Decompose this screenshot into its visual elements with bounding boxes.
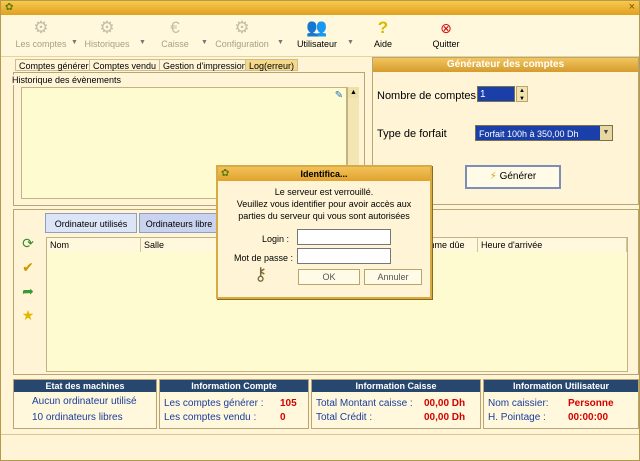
comptes-vendu-label: Les comptes vendu : — [164, 412, 257, 423]
forfait-value: Forfait 100h à 350,00 Dh — [479, 129, 579, 139]
identification-dialog: ✿ Identifica... Le serveur est verrouill… — [216, 165, 432, 299]
historiques-button[interactable]: ⚙ Historiques — [83, 17, 131, 55]
count-label: Nombre de comptes — [377, 90, 477, 102]
cancel-button[interactable]: Annuler — [364, 269, 422, 285]
spin-down-icon[interactable]: ▼ — [519, 96, 525, 102]
total-credit-value: 00,00 Dh — [424, 412, 466, 423]
dialog-message-line1: Le serveur est verrouillé. — [274, 187, 374, 197]
caisse-info-title: Information Caisse — [312, 380, 480, 392]
dialog-message-line2: Veuillez vous identifier pour avoir accè… — [236, 199, 412, 209]
tab-ordinateurs-libres[interactable]: Ordinateurs libre — [139, 213, 219, 233]
count-spinner[interactable]: ▲ ▼ — [516, 86, 528, 102]
dialog-title: Identifica... — [300, 169, 348, 179]
les-comptes-button[interactable]: ⚙ Les comptes — [15, 17, 67, 55]
machines-info-title: Etat des machines — [14, 380, 156, 392]
password-label: Mot de passe : — [234, 253, 294, 263]
dropdown-arrow-icon[interactable]: ▼ — [71, 39, 78, 46]
toolbar: ⚙ Les comptes ▼ ⚙ Historiques ▼ € Caisse… — [1, 15, 639, 57]
gear-icon: ⚙ — [33, 18, 49, 37]
app-icon: ✿ — [5, 2, 14, 13]
count-input[interactable]: 1 — [477, 86, 515, 102]
side-toolbar: ⟳ ✔ ➦ ★ — [16, 231, 40, 327]
dialog-title-bar: ✿ Identifica... — [218, 167, 430, 181]
caisse-button[interactable]: € Caisse — [155, 17, 195, 55]
folder-icon[interactable]: ➦ — [16, 279, 40, 303]
app-window: ✿ × ⚙ Les comptes ▼ ⚙ Historiques ▼ € Ca… — [0, 0, 640, 461]
keys-icon: ⚷ — [254, 264, 268, 284]
generator-title: Générateur des comptes — [373, 58, 638, 72]
caissier-label: Nom caissier: — [488, 398, 549, 409]
status-bar — [1, 434, 639, 448]
lightning-icon: ⚡ — [489, 171, 497, 182]
dialog-icon: ✿ — [221, 168, 230, 179]
window-close-icon[interactable]: × — [629, 1, 635, 13]
scroll-up-icon[interactable]: ▲ — [348, 87, 359, 98]
caisse-info-box: Information Caisse Total Montant caisse … — [311, 379, 481, 429]
title-bar: ✿ × — [1, 1, 639, 15]
comptes-generer-value: 105 — [280, 398, 297, 409]
compte-info-title: Information Compte — [160, 380, 308, 392]
tab-gestion-impression[interactable]: Gestion d'impression — [159, 59, 251, 71]
users-icon: 👥 — [306, 18, 328, 37]
utilisateur-info-title: Information Utilisateur — [484, 380, 638, 392]
generate-button[interactable]: ⚡ Générer — [465, 165, 561, 189]
login-input[interactable] — [297, 229, 391, 245]
password-input[interactable] — [297, 248, 391, 264]
comptes-generer-label: Les comptes générer : — [164, 398, 264, 409]
tab-ordinateurs-utilises[interactable]: Ordinateur utilisés — [45, 213, 137, 233]
forfait-label: Type de forfait — [377, 128, 447, 140]
machines-used-text: Aucun ordinateur utilisé — [32, 396, 137, 407]
quitter-button[interactable]: ⊗ Quitter — [429, 17, 463, 55]
close-icon: ⊗ — [440, 20, 452, 36]
machines-free-text: 10 ordinateurs libres — [32, 412, 123, 423]
help-icon: ? — [377, 18, 389, 37]
pointage-label: H. Pointage : — [488, 412, 546, 423]
refresh-icon[interactable]: ⟳ — [16, 231, 40, 255]
utilisateur-info-box: Information Utilisateur Nom caissier: Pe… — [483, 379, 639, 429]
generate-label: Générer — [499, 171, 537, 182]
total-credit-label: Total Crédit : — [316, 412, 373, 423]
history-edit-icon[interactable]: ✎ — [332, 89, 346, 103]
pointage-value: 00:00:00 — [568, 412, 609, 423]
column-header-nom[interactable]: Nom — [47, 238, 141, 252]
history-label: Historique des évènements — [11, 75, 123, 85]
star-icon[interactable]: ★ — [16, 303, 40, 327]
configuration-button[interactable]: ⚙ Configuration — [213, 17, 271, 55]
history-icon: ⚙ — [99, 18, 115, 37]
euro-icon: € — [170, 18, 180, 37]
caissier-value: Personne — [568, 398, 614, 409]
ok-button[interactable]: OK — [298, 269, 360, 285]
forfait-select[interactable]: Forfait 100h à 350,00 Dh ▼ — [475, 125, 613, 141]
column-header-somme-due[interactable]: mme dûe — [424, 238, 478, 252]
tab-comptes-generer[interactable]: Comptes générer — [15, 59, 93, 71]
dropdown-arrow-icon[interactable]: ▼ — [277, 39, 284, 46]
dropdown-arrow-icon[interactable]: ▼ — [347, 39, 354, 46]
utilisateur-button[interactable]: 👥 Utilisateur — [295, 17, 339, 55]
tab-comptes-vendu[interactable]: Comptes vendu — [89, 59, 161, 71]
dialog-message-line3: parties du serveur qui vous sont autoris… — [238, 211, 410, 221]
spin-up-icon[interactable]: ▲ — [519, 88, 525, 94]
aide-button[interactable]: ? Aide — [369, 17, 397, 55]
machines-info-box: Etat des machines Aucun ordinateur utili… — [13, 379, 157, 429]
comptes-vendu-value: 0 — [280, 412, 286, 423]
total-caisse-label: Total Montant caisse : — [316, 398, 413, 409]
compte-info-box: Information Compte Les comptes générer :… — [159, 379, 309, 429]
login-label: Login : — [262, 234, 290, 244]
checklist-icon[interactable]: ✔ — [16, 255, 40, 279]
chevron-down-icon[interactable]: ▼ — [600, 126, 612, 140]
dropdown-arrow-icon[interactable]: ▼ — [139, 39, 146, 46]
total-caisse-value: 00,00 Dh — [424, 398, 466, 409]
column-header-heure-arrivee[interactable]: Heure d'arrivée — [478, 238, 627, 252]
config-icon: ⚙ — [234, 18, 250, 37]
tab-log-erreur[interactable]: Log(erreur) — [245, 59, 299, 71]
dropdown-arrow-icon[interactable]: ▼ — [201, 39, 208, 46]
